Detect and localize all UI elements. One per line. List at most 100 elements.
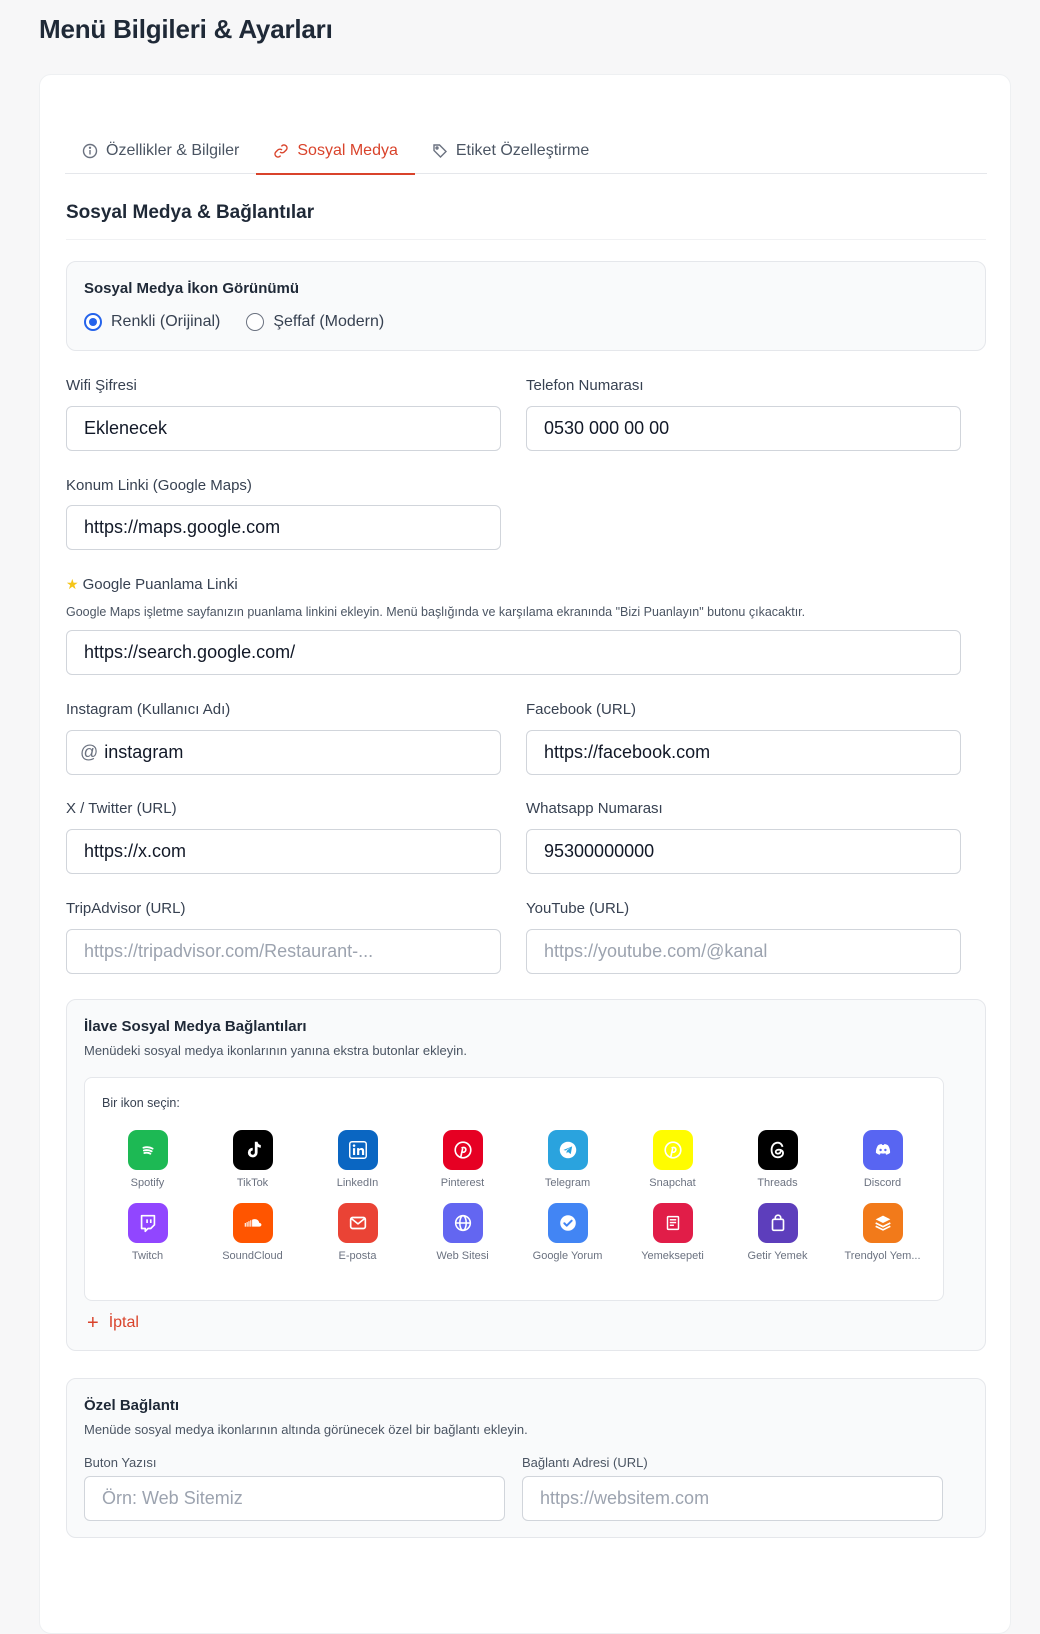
- icon-picker-label: Bir ikon seçin:: [102, 1096, 180, 1110]
- radio-dot-checked[interactable]: [84, 313, 102, 331]
- icon-view-options: Renkli (Orijinal) Şeffaf (Modern): [84, 313, 384, 331]
- twitter-input[interactable]: https://x.com: [66, 829, 501, 874]
- radio-transparent[interactable]: Şeffaf (Modern): [246, 313, 384, 331]
- star-icon: ★: [66, 576, 79, 592]
- page-title: Menü Bilgileri & Ayarları: [39, 14, 333, 44]
- tiktok-icon: [232, 1130, 273, 1170]
- tab-label-customization[interactable]: Etiket Özelleştirme: [415, 127, 606, 174]
- twitch-icon: [127, 1203, 168, 1243]
- rating-input[interactable]: https://search.google.com/: [66, 630, 961, 675]
- twitter-label: X / Twitter (URL): [66, 800, 177, 817]
- phone-input[interactable]: 0530 000 00 00: [526, 406, 961, 451]
- section-title: Sosyal Medya & Bağlantılar: [66, 202, 315, 223]
- icon-option-spotify[interactable]: Spotify: [95, 1130, 200, 1189]
- shopping-bag-icon: [757, 1203, 798, 1243]
- settings-card: Özellikler & Bilgiler Sosyal Medya Etike…: [39, 74, 1011, 1634]
- location-input[interactable]: https://maps.google.com: [66, 505, 501, 550]
- snapchat-icon: [652, 1130, 693, 1170]
- custom-link-subtitle: Menüde sosyal medya ikonlarının altında …: [84, 1422, 528, 1437]
- icon-option-label: Pinterest: [440, 1177, 485, 1189]
- extra-links-subtitle: Menüdeki sosyal medya ikonlarının yanına…: [84, 1043, 467, 1058]
- tab-label: Sosyal Medya: [297, 141, 398, 159]
- icon-option-label: Discord: [863, 1177, 902, 1189]
- radio-label: Şeffaf (Modern): [273, 313, 385, 330]
- icon-picker-panel: Bir ikon seçin: Spotify TikTok LinkedIn …: [84, 1077, 944, 1301]
- button-text-label: Buton Yazısı: [84, 1455, 157, 1470]
- phone-label: Telefon Numarası: [526, 377, 644, 394]
- link-url-label: Bağlantı Adresi (URL): [522, 1455, 648, 1470]
- tripadvisor-input[interactable]: https://tripadvisor.com/Restaurant-...: [66, 929, 501, 974]
- icon-option-website[interactable]: Web Sitesi: [410, 1203, 515, 1262]
- discord-icon: [862, 1130, 903, 1170]
- icon-option-label: SoundCloud: [222, 1250, 283, 1262]
- icon-view-title: Sosyal Medya İkon Görünümü: [84, 280, 300, 297]
- wifi-input[interactable]: Eklenecek: [66, 406, 501, 451]
- tab-features[interactable]: Özellikler & Bilgiler: [65, 127, 256, 174]
- instagram-value: instagram: [104, 742, 184, 762]
- icon-option-twitch[interactable]: Twitch: [95, 1203, 200, 1262]
- icon-grid: Spotify TikTok LinkedIn Pinterest Telegr…: [95, 1130, 935, 1262]
- layers-icon: [862, 1203, 903, 1243]
- custom-link-title: Özel Bağlantı: [84, 1397, 180, 1414]
- icon-option-label: Threads: [757, 1177, 798, 1189]
- facebook-label: Facebook (URL): [526, 701, 637, 718]
- icon-option-trendyol[interactable]: Trendyol Yem...: [830, 1203, 935, 1262]
- icon-option-label: E-posta: [338, 1250, 377, 1262]
- icon-option-label: Web Sitesi: [436, 1250, 489, 1262]
- whatsapp-input[interactable]: 95300000000: [526, 829, 961, 874]
- instagram-input[interactable]: @ instagram: [66, 730, 501, 775]
- icon-option-snapchat[interactable]: Snapchat: [620, 1130, 725, 1189]
- icon-view-box: Sosyal Medya İkon Görünümü Renkli (Oriji…: [66, 261, 986, 351]
- icon-option-soundcloud[interactable]: SoundCloud: [200, 1203, 305, 1262]
- icon-option-getir[interactable]: Getir Yemek: [725, 1203, 830, 1262]
- rating-help: Google Maps işletme sayfanızın puanlama …: [66, 605, 806, 619]
- check-badge-icon: [547, 1203, 588, 1243]
- telegram-icon: [547, 1130, 588, 1170]
- icon-option-threads[interactable]: Threads: [725, 1130, 830, 1189]
- rating-label-text: Google Puanlama Linki: [82, 576, 238, 593]
- link-url-input[interactable]: https://websitem.com: [522, 1476, 943, 1521]
- icon-option-email[interactable]: E-posta: [305, 1203, 410, 1262]
- radio-colored[interactable]: Renkli (Orijinal): [84, 313, 220, 331]
- threads-icon: [757, 1130, 798, 1170]
- soundcloud-icon: [232, 1203, 273, 1243]
- facebook-input[interactable]: https://facebook.com: [526, 730, 961, 775]
- cancel-button[interactable]: + İptal: [87, 1313, 139, 1333]
- plus-icon: +: [87, 1312, 99, 1334]
- extra-links-box: İlave Sosyal Medya Bağlantıları Menüdeki…: [66, 999, 986, 1351]
- radio-label: Renkli (Orijinal): [111, 313, 221, 330]
- tag-icon: [433, 143, 447, 158]
- icon-option-tiktok[interactable]: TikTok: [200, 1130, 305, 1189]
- icon-option-label: Google Yorum: [532, 1250, 603, 1262]
- icon-option-label: Trendyol Yem...: [844, 1250, 921, 1262]
- at-prefix: @: [80, 742, 99, 762]
- extra-links-title: İlave Sosyal Medya Bağlantıları: [84, 1018, 307, 1035]
- button-text-input[interactable]: Örn: Web Sitemiz: [84, 1476, 505, 1521]
- icon-option-discord[interactable]: Discord: [830, 1130, 935, 1189]
- icon-option-linkedin[interactable]: LinkedIn: [305, 1130, 410, 1189]
- yemeksepeti-icon: [652, 1203, 693, 1243]
- icon-option-pinterest[interactable]: Pinterest: [410, 1130, 515, 1189]
- section-divider: [66, 239, 986, 240]
- youtube-input[interactable]: https://youtube.com/@kanal: [526, 929, 961, 974]
- icon-option-label: Getir Yemek: [747, 1250, 808, 1262]
- location-label: Konum Linki (Google Maps): [66, 477, 252, 494]
- icon-option-google-review[interactable]: Google Yorum: [515, 1203, 620, 1262]
- whatsapp-label: Whatsapp Numarası: [526, 800, 663, 817]
- link-icon: [274, 143, 289, 158]
- icon-option-label: Yemeksepeti: [641, 1250, 704, 1262]
- icon-option-label: LinkedIn: [336, 1177, 379, 1189]
- tab-label: Özellikler & Bilgiler: [106, 141, 240, 159]
- wifi-label: Wifi Şifresi: [66, 377, 137, 394]
- icon-option-label: TikTok: [236, 1177, 269, 1189]
- icon-option-yemeksepeti[interactable]: Yemeksepeti: [620, 1203, 725, 1262]
- youtube-label: YouTube (URL): [526, 900, 630, 917]
- icon-option-label: Twitch: [131, 1250, 164, 1262]
- icon-option-telegram[interactable]: Telegram: [515, 1130, 620, 1189]
- radio-dot[interactable]: [246, 313, 265, 331]
- mail-icon: [337, 1203, 378, 1243]
- tab-social-media[interactable]: Sosyal Medya: [256, 127, 415, 175]
- custom-link-box: Özel Bağlantı Menüde sosyal medya ikonla…: [66, 1378, 986, 1538]
- globe-icon: [442, 1203, 483, 1243]
- tab-bar: Özellikler & Bilgiler Sosyal Medya Etike…: [65, 127, 987, 175]
